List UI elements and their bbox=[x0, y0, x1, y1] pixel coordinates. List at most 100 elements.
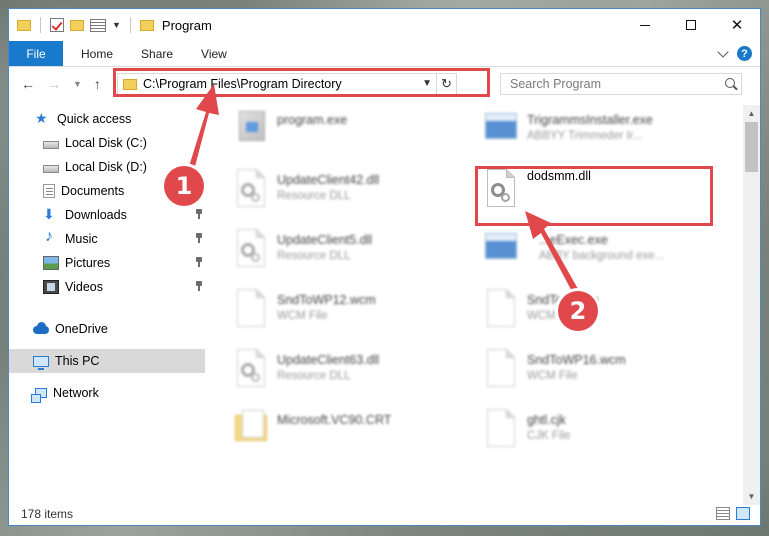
file-item[interactable]: UpdateClient5.dll Resource DLL bbox=[233, 225, 372, 283]
file-item[interactable]: Microsoft.VC90.CRT bbox=[233, 405, 391, 463]
minimize-icon bbox=[640, 24, 650, 26]
sidebar-item-quick-access[interactable]: Quick access bbox=[9, 107, 205, 131]
onedrive-icon bbox=[33, 322, 49, 336]
sidebar-item-label: Local Disk (C:) bbox=[65, 136, 147, 150]
page-icon bbox=[483, 289, 519, 329]
back-arrow-icon[interactable]: ← bbox=[21, 76, 35, 92]
sidebar-item-music[interactable]: Music bbox=[9, 227, 205, 251]
file-type: WCM File bbox=[277, 310, 328, 322]
tab-view[interactable]: View bbox=[187, 41, 241, 66]
sidebar-item-label: Network bbox=[53, 386, 99, 400]
file-type: Resource DLL bbox=[277, 370, 351, 382]
download-icon bbox=[43, 206, 59, 223]
sidebar-item-network[interactable]: Network bbox=[9, 381, 205, 405]
minimize-button[interactable] bbox=[622, 9, 668, 41]
file-item[interactable]: ...eExec.exe ABBY background exe... bbox=[483, 225, 664, 283]
ribbon-tabs: File Home Share View ? bbox=[9, 41, 760, 67]
file-item[interactable]: UpdateClient63.dll Resource DLL bbox=[233, 345, 379, 403]
dll-icon bbox=[233, 229, 269, 269]
dll-icon bbox=[233, 169, 269, 209]
scroll-thumb[interactable] bbox=[745, 122, 758, 172]
sidebar-item-label: Pictures bbox=[65, 256, 111, 270]
forward-arrow-icon[interactable]: → bbox=[47, 76, 61, 92]
sidebar-item-local-disk-c[interactable]: Local Disk (C:) bbox=[9, 131, 205, 155]
pin-icon[interactable] bbox=[195, 233, 203, 243]
file-type: WCM File bbox=[527, 370, 578, 382]
search-input[interactable]: Search Program bbox=[500, 73, 742, 95]
scroll-up-icon[interactable]: ▲ bbox=[743, 105, 760, 122]
up-arrow-icon[interactable]: ↑ bbox=[94, 76, 101, 92]
step-2-badge: 2 bbox=[558, 291, 598, 331]
file-item[interactable]: TrigrammsInstaller.exe ABBYY Trimmeder Ir… bbox=[483, 105, 653, 163]
details-view-icon[interactable] bbox=[716, 507, 730, 520]
pictures-icon bbox=[43, 256, 59, 270]
new-folder-icon[interactable] bbox=[70, 19, 84, 31]
disk-icon bbox=[43, 141, 59, 149]
file-type: ABBYY Trimmeder Ir... bbox=[527, 130, 643, 142]
file-item[interactable]: SndToWP16.wcm WCM File bbox=[483, 345, 626, 403]
pin-icon[interactable] bbox=[195, 209, 203, 219]
search-placeholder: Search Program bbox=[510, 77, 602, 91]
expand-ribbon-icon[interactable] bbox=[717, 45, 729, 58]
sidebar-item-label: Quick access bbox=[57, 112, 132, 126]
file-list: program.exe TrigrammsInstaller.exe ABBYY … bbox=[221, 105, 738, 505]
file-item[interactable]: SndToWP12.wcm WCM File bbox=[233, 285, 376, 343]
file-type: ABBY background exe... bbox=[539, 250, 665, 262]
properties-icon[interactable] bbox=[90, 18, 106, 32]
file-type: Resource DLL bbox=[277, 190, 351, 202]
ribbon-right-controls: ? bbox=[717, 45, 752, 61]
exe-icon bbox=[483, 229, 519, 269]
sidebar-item-pictures[interactable]: Pictures bbox=[9, 251, 205, 275]
sidebar-item-videos[interactable]: Videos bbox=[9, 275, 205, 299]
file-name: program.exe bbox=[277, 113, 348, 127]
app-icon bbox=[233, 109, 269, 149]
large-icons-view-icon[interactable] bbox=[736, 507, 750, 520]
pin-icon[interactable] bbox=[195, 281, 203, 291]
file-name: SndToWP12.wcm bbox=[277, 293, 376, 307]
tab-file[interactable]: File bbox=[9, 41, 63, 66]
view-switcher bbox=[716, 507, 750, 520]
pc-icon bbox=[33, 355, 49, 370]
file-name: Microsoft.VC90.CRT bbox=[277, 413, 392, 427]
step-1-badge: 1 bbox=[164, 166, 204, 206]
nav-buttons: ← → ▼ ↑ bbox=[9, 76, 101, 92]
file-item[interactable]: UpdateClient42.dll Resource DLL bbox=[233, 165, 379, 223]
disk-icon bbox=[43, 165, 59, 173]
dll-icon bbox=[233, 349, 269, 389]
item-count: 178 items bbox=[21, 507, 74, 521]
help-icon[interactable]: ? bbox=[737, 46, 752, 61]
maximize-button[interactable] bbox=[668, 9, 714, 41]
vertical-scrollbar[interactable]: ▲ ▼ bbox=[743, 105, 760, 505]
exe-icon bbox=[483, 109, 519, 149]
file-name: UpdateClient42.dll bbox=[277, 173, 380, 187]
quick-access-toolbar: ▼ bbox=[9, 17, 134, 33]
close-button[interactable]: ✕ bbox=[714, 9, 760, 41]
close-icon: ✕ bbox=[730, 17, 744, 34]
tab-home[interactable]: Home bbox=[67, 41, 127, 66]
file-name: UpdateClient63.dll bbox=[277, 353, 380, 367]
sidebar-item-downloads[interactable]: Downloads bbox=[9, 203, 205, 227]
file-item[interactable]: program.exe bbox=[233, 105, 347, 163]
file-item[interactable]: ghtl.cjk CJK File bbox=[483, 405, 570, 463]
sidebar-item-label: Local Disk (D:) bbox=[65, 160, 147, 174]
properties-check-icon[interactable] bbox=[50, 18, 64, 32]
toolbar-separator bbox=[129, 17, 131, 33]
sidebar-item-onedrive[interactable]: OneDrive bbox=[9, 317, 205, 341]
file-type: Resource DLL bbox=[277, 250, 351, 262]
music-icon bbox=[43, 228, 59, 246]
sidebar-item-label: Documents bbox=[61, 184, 125, 198]
file-name: ...eExec.exe bbox=[539, 233, 608, 247]
sidebar-item-label: Downloads bbox=[65, 208, 127, 222]
file-name: TrigrammsInstaller.exe bbox=[527, 113, 653, 127]
customize-toolbar-icon[interactable]: ▼ bbox=[112, 20, 121, 30]
sidebar-item-label: OneDrive bbox=[55, 322, 108, 336]
sidebar-item-this-pc[interactable]: This PC bbox=[9, 349, 205, 373]
pin-icon[interactable] bbox=[195, 257, 203, 267]
recent-locations-icon[interactable]: ▼ bbox=[73, 79, 82, 89]
tab-share[interactable]: Share bbox=[127, 41, 187, 66]
sidebar-item-label: Music bbox=[65, 232, 98, 246]
documents-icon bbox=[43, 184, 55, 198]
window-controls: ✕ bbox=[622, 9, 760, 41]
videos-icon bbox=[43, 280, 59, 294]
folder-icon[interactable] bbox=[17, 19, 31, 31]
